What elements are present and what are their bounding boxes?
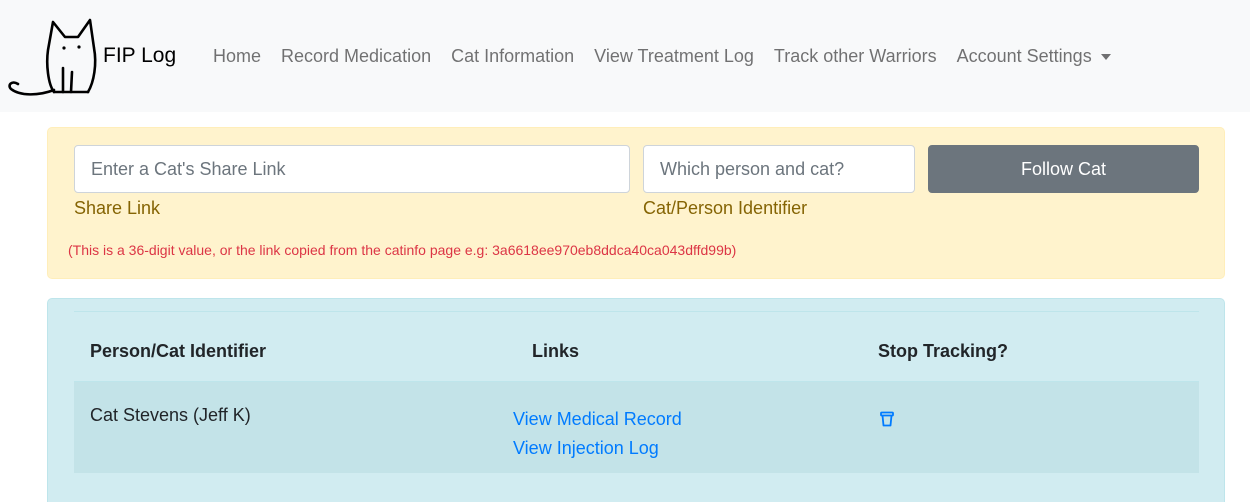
brand-link[interactable]: FIP Log	[8, 14, 176, 100]
row-identifier: Cat Stevens (Jeff K)	[90, 405, 251, 425]
tracking-table: Person/Cat Identifier Links Stop Trackin…	[74, 311, 1199, 473]
tracking-panel: Person/Cat Identifier Links Stop Trackin…	[47, 298, 1225, 502]
view-injection-log-link[interactable]: View Injection Log	[513, 434, 682, 463]
nav-home[interactable]: Home	[213, 46, 261, 67]
share-link-input[interactable]	[74, 145, 630, 193]
nav-account-settings-dropdown[interactable]: Account Settings	[957, 46, 1111, 67]
nav-cat-information[interactable]: Cat Information	[451, 46, 574, 67]
follow-cat-button[interactable]: Follow Cat	[928, 145, 1199, 193]
header-stop-tracking: Stop Tracking?	[878, 341, 1009, 361]
table-header: Person/Cat Identifier Links Stop Trackin…	[74, 311, 1199, 381]
person-cat-identifier-input[interactable]	[643, 145, 915, 193]
table-row: Cat Stevens (Jeff K) View Medical Record…	[74, 381, 1199, 473]
brand-name: FIP Log	[103, 44, 177, 67]
cat-logo-icon	[8, 14, 100, 100]
share-link-hint: (This is a 36-digit value, or the link c…	[68, 242, 737, 258]
nav-view-treatment-log[interactable]: View Treatment Log	[594, 46, 754, 67]
nav-track-other-warriors[interactable]: Track other Warriors	[774, 46, 937, 67]
caret-down-icon	[1100, 53, 1111, 60]
header-links: Links	[532, 341, 580, 361]
nav-links: Home Record Medication Cat Information V…	[213, 46, 1111, 67]
header-identifier: Person/Cat Identifier	[90, 341, 267, 361]
account-settings-label: Account Settings	[956, 46, 1092, 66]
person-identifier-label: Cat/Person Identifier	[643, 198, 808, 218]
view-medical-record-link[interactable]: View Medical Record	[513, 405, 682, 434]
trash-icon[interactable]	[880, 411, 894, 432]
follow-cat-panel: Follow Cat Share Link Cat/Person Identif…	[47, 127, 1225, 279]
nav-record-medication[interactable]: Record Medication	[281, 46, 431, 67]
top-navbar: FIP Log Home Record Medication Cat Infor…	[0, 0, 1250, 112]
row-links: View Medical Record View Injection Log	[513, 405, 682, 463]
share-link-label: Share Link	[74, 198, 161, 218]
